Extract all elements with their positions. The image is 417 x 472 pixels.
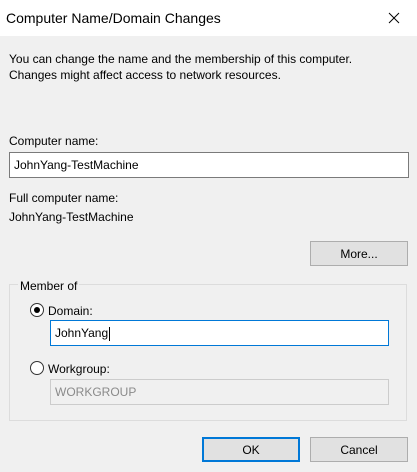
window-title: Computer Name/Domain Changes [6, 10, 221, 26]
description-line-1: You can change the name and the membersh… [9, 52, 353, 66]
domain-radio[interactable] [30, 303, 44, 317]
more-button-label: More... [340, 246, 378, 261]
computer-name-value: JohnYang-TestMachine [14, 158, 139, 172]
computer-name-input[interactable]: JohnYang-TestMachine [9, 152, 409, 178]
domain-label: Domain: [48, 304, 93, 318]
domain-radio-selected-dot [34, 307, 40, 313]
computer-name-label: Computer name: [9, 134, 99, 148]
member-of-legend: Member of [18, 279, 80, 293]
cancel-button-label: Cancel [340, 442, 378, 457]
description-text: You can change the name and the membersh… [9, 51, 409, 83]
workgroup-value: WORKGROUP [55, 385, 137, 399]
text-caret [109, 326, 111, 341]
workgroup-radio[interactable] [30, 361, 44, 375]
ok-button-label: OK [242, 442, 260, 457]
workgroup-label: Workgroup: [48, 362, 110, 376]
domain-input[interactable]: JohnYang [50, 320, 389, 346]
workgroup-input[interactable]: WORKGROUP [50, 379, 389, 405]
close-button[interactable] [371, 0, 417, 36]
title-bar: Computer Name/Domain Changes [0, 0, 417, 36]
full-computer-name-label: Full computer name: [9, 191, 119, 205]
description-line-2: Changes might affect access to network r… [9, 68, 281, 82]
ok-button[interactable]: OK [202, 437, 300, 462]
more-button[interactable]: More... [310, 241, 408, 266]
cancel-button[interactable]: Cancel [310, 437, 408, 462]
domain-value: JohnYang [55, 326, 109, 340]
close-icon [388, 12, 400, 24]
full-computer-name-value: JohnYang-TestMachine [9, 210, 134, 224]
